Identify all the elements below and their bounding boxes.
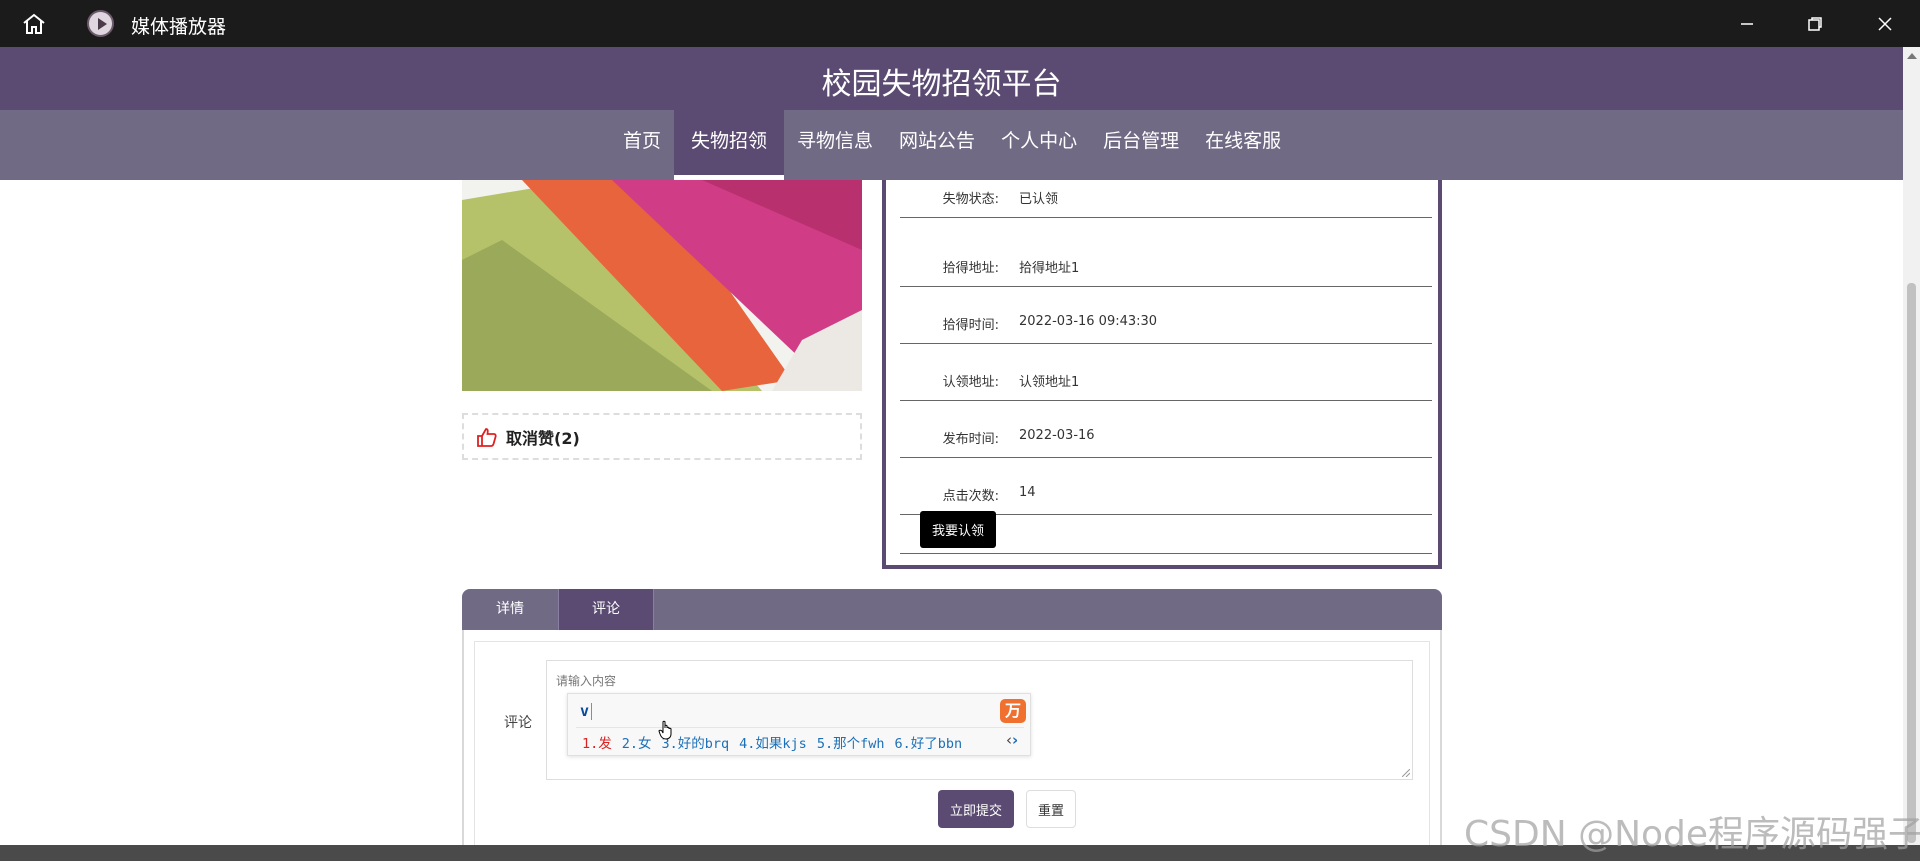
ime-candidate[interactable]: 1.发 (582, 732, 612, 752)
details-label: 失物状态: (942, 192, 999, 207)
media-player-icon (87, 10, 114, 37)
ime-logo-icon[interactable]: 万 (1000, 699, 1026, 723)
minimize-button[interactable] (1712, 0, 1782, 47)
nav-item[interactable]: 寻物信息 (784, 110, 886, 180)
details-row: 发布时间: 2022-03-16 (900, 401, 1432, 458)
home-icon[interactable] (20, 12, 50, 36)
restore-button[interactable] (1780, 0, 1850, 47)
nav-item[interactable]: 首页 (610, 110, 674, 180)
details-row: 点击次数: 14 (900, 458, 1432, 515)
thumbs-up-icon (476, 426, 498, 448)
close-button[interactable] (1850, 0, 1920, 47)
claim-button[interactable]: 我要认领 (920, 511, 996, 548)
ime-caret (591, 703, 592, 720)
details-value: 已认领 (1019, 192, 1059, 207)
details-divider (900, 553, 1432, 554)
comment-placeholder: 请输入内容 (556, 674, 617, 688)
reset-button[interactable]: 重置 (1026, 790, 1076, 828)
scroll-up-icon[interactable] (1907, 53, 1917, 59)
ime-input-text: v (580, 702, 590, 720)
ime-candidate-window: v 万 1.发 2.女 3.好的brq 4.如果kjs 5.那个fwh 6.好了bbn ‹… (567, 693, 1031, 756)
nav-item[interactable]: 后台管理 (1090, 110, 1192, 180)
details-row: 认领地址: 认领地址1 (900, 344, 1432, 401)
details-label: 拾得地址: (942, 261, 999, 276)
ime-page-arrows-icon[interactable]: ‹› (1006, 731, 1018, 749)
tab-comments[interactable]: 评论 (558, 589, 654, 630)
details-value: 2022-03-16 09:43:30 (1019, 314, 1158, 329)
nav-item[interactable]: 个人中心 (988, 110, 1090, 180)
ime-candidates: 1.发 2.女 3.好的brq 4.如果kjs 5.那个fwh 6.好了bbn (582, 732, 962, 752)
ime-candidate[interactable]: 6.好了bbn (894, 732, 962, 752)
nav-item[interactable]: 失物招领 (674, 110, 785, 180)
ime-candidate[interactable]: 5.那个fwh (817, 732, 885, 752)
details-row: 失物状态: 已认领 (900, 180, 1432, 218)
window-title: 媒体播放器 (131, 16, 227, 38)
comment-label: 评论 (504, 715, 532, 731)
details-row: 拾得地址: 拾得地址1 (900, 230, 1432, 287)
ime-candidate[interactable]: 4.如果kjs (739, 732, 807, 752)
site-header: 校园失物招领平台 (0, 47, 1903, 110)
tabs-bar: 详情 评论 (462, 589, 1442, 630)
ime-divider (576, 727, 1024, 728)
page-scrollbar[interactable] (1903, 47, 1920, 845)
main-nav: 首页 失物招领 寻物信息 网站公告 个人中心 后台管理 在线客服 (0, 110, 1903, 180)
details-value: 拾得地址1 (1019, 261, 1080, 276)
ime-candidate[interactable]: 2.女 (622, 732, 652, 752)
details-label: 认领地址: (942, 375, 999, 390)
hand-cursor-icon (658, 720, 674, 740)
item-details-panel: 失物状态: 已认领拾得地址: 拾得地址1 拾得时间: 2022-03-16 09:43:… (882, 180, 1442, 569)
item-photo (462, 180, 862, 391)
details-value: 14 (1019, 485, 1036, 500)
details-row: 拾得时间: 2022-03-16 09:43:30 (900, 287, 1432, 344)
details-label: 发布时间: (942, 432, 999, 447)
like-label: 取消赞(2) (506, 428, 580, 448)
details-label: 点击次数: (942, 489, 999, 504)
window-title-bar: 媒体播放器 (0, 0, 1920, 47)
details-label: 拾得时间: (942, 318, 999, 333)
nav-item[interactable]: 在线客服 (1192, 110, 1294, 180)
nav-item[interactable]: 网站公告 (886, 110, 988, 180)
site-title: 校园失物招领平台 (821, 67, 1062, 102)
submit-button[interactable]: 立即提交 (938, 790, 1014, 828)
details-value: 2022-03-16 (1019, 428, 1095, 443)
like-box[interactable]: 取消赞(2) (462, 413, 862, 460)
tab-details[interactable]: 详情 (462, 589, 558, 630)
details-value: 认领地址1 (1019, 375, 1080, 390)
scroll-thumb[interactable] (1907, 283, 1916, 843)
watermark: CSDN @Node程序源码强子 (1464, 814, 1920, 855)
